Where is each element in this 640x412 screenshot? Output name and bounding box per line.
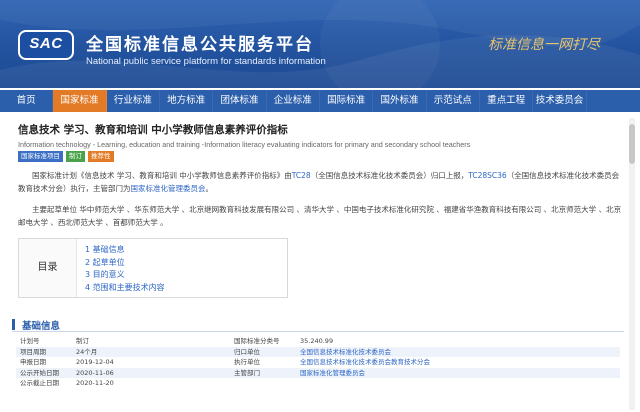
intro-text: 国家标准计划《信息技术 学习、教育和培训 中小学教师信息素养评价指标》由 [32,171,292,180]
info-key: 执行单位 [234,358,260,366]
standard-detail: 信息技术 学习、教育和培训 中小学教师信息素养评价指标 Information … [18,122,622,229]
basic-info-table: 计划号 制订 国际标准分类号 35.240.99 项目周期 24个月 归口单位 全国信息技术标… [16,336,620,389]
info-key: 公示截止日期 [20,379,59,387]
basic-info-header: 基础信息 [12,318,624,332]
main-nav: 首页 国家标准 行业标准 地方标准 团体标准 企业标准 国际标准 国外标准 示范试点 重点工程 技术… [0,90,640,112]
info-key: 项目周期 [20,347,46,356]
intro-paragraph: 国家标准计划《信息技术 学习、教育和培训 中小学教师信息素养评价指标》由TC28… [18,169,622,195]
nav-item-7[interactable]: 国外标准 [373,90,427,112]
toc-item-drafting-units[interactable]: 2 起草单位 [85,257,165,270]
nav-item-8[interactable]: 示范试点 [427,90,480,112]
toc-item-purpose[interactable]: 3 目的意义 [85,269,165,282]
table-row: 申报日期 2019-12-04 执行单位 全国信息技术标准化技术委员会教育技术分会 [16,357,620,368]
badge-group: 国家标准项目 制订 推荐性 [18,151,622,162]
table-row: 计划号 制订 国际标准分类号 35.240.99 [16,336,620,347]
nav-item-5[interactable]: 企业标准 [267,90,320,112]
table-row: 项目周期 24个月 归口单位 全国信息技术标准化技术委员会 [16,346,620,358]
info-key: 公示开始日期 [20,368,59,377]
nav-item-4[interactable]: 团体标准 [213,90,267,112]
standard-title: 信息技术 学习、教育和培训 中小学教师信息素养评价指标 [18,124,288,136]
info-key: 申报日期 [20,358,46,366]
standard-title-en: Information technology - Learning, educa… [18,140,471,149]
tc28-link[interactable]: TC28 [292,171,311,180]
info-link[interactable]: 全国信息技术标准化技术委员会教育技术分会 [300,357,600,368]
info-key [234,378,300,389]
sac-logo[interactable]: SAC [18,30,74,60]
info-value: 2020-11-06 [76,368,114,377]
toc-label: 目录 [19,239,77,297]
info-value: 2020-11-20 [76,379,114,387]
badge-status: 制订 [66,151,85,162]
info-value [300,378,600,389]
section-accent-bar [12,319,15,330]
info-key: 计划号 [20,337,40,345]
table-row: 公示开始日期 2020-11-06 主管部门 国家标准化管理委员会 [16,367,620,379]
nav-item-3[interactable]: 地方标准 [160,90,214,112]
info-link[interactable]: 全国信息技术标准化技术委员会 [300,347,600,358]
toc-item-scope[interactable]: 4 范围和主要技术内容 [85,282,165,295]
info-value: 2019-12-04 [76,358,114,366]
badge-project-type: 国家标准项目 [18,151,63,162]
info-key: 主管部门 [234,368,260,377]
nav-item-1[interactable]: 国家标准 [53,90,107,112]
info-value: 24个月 [76,347,98,356]
info-value: 制订 [76,337,89,345]
intro-text: 。 [205,184,214,193]
site-title: 全国标准信息公共服务平台 [86,35,314,55]
sac-admin-link[interactable]: 国家标准化管理委员会 [131,184,206,193]
badge-nature: 推荐性 [88,151,114,162]
intro-text: （全国信息技术标准化技术委员会）归口上报， [310,171,469,180]
logo-text: SAC [29,35,63,52]
toc-item-basic-info[interactable]: 1 基础信息 [85,244,165,257]
drafting-units-paragraph: 主要起草单位 华中师范大学 、华东师范大学 、北京继网教育科技发展有限公司 、清… [18,205,622,227]
site-subtitle: National public service platform for sta… [86,56,326,67]
page-scrollbar[interactable] [629,118,635,410]
table-of-contents: 目录 1 基础信息 2 起草单位 3 目的意义 4 范围和主要技术内容 [18,238,288,298]
info-key: 国际标准分类号 [234,337,280,345]
nav-item-6[interactable]: 国际标准 [320,90,374,112]
nav-item-2[interactable]: 行业标准 [107,90,160,112]
table-row: 公示截止日期 2020-11-20 [16,378,620,389]
tc28sc36-link[interactable]: TC28SC36 [468,171,506,180]
nav-item-0[interactable]: 首页 [0,90,54,112]
header-slogan: 标准信息一网打尽 [488,37,600,53]
toc-list: 1 基础信息 2 起草单位 3 目的意义 4 范围和主要技术内容 [85,244,165,294]
scrollbar-thumb[interactable] [629,124,635,164]
info-link[interactable]: 国家标准化管理委员会 [300,368,600,379]
nav-item-9[interactable]: 重点工程 [480,90,534,112]
basic-info-title: 基础信息 [22,321,61,332]
nav-item-10[interactable]: 技术委员会 [533,90,587,112]
site-header: SAC 全国标准信息公共服务平台 National public service… [0,0,640,88]
info-value: 35.240.99 [300,337,334,345]
info-key: 归口单位 [234,347,260,356]
